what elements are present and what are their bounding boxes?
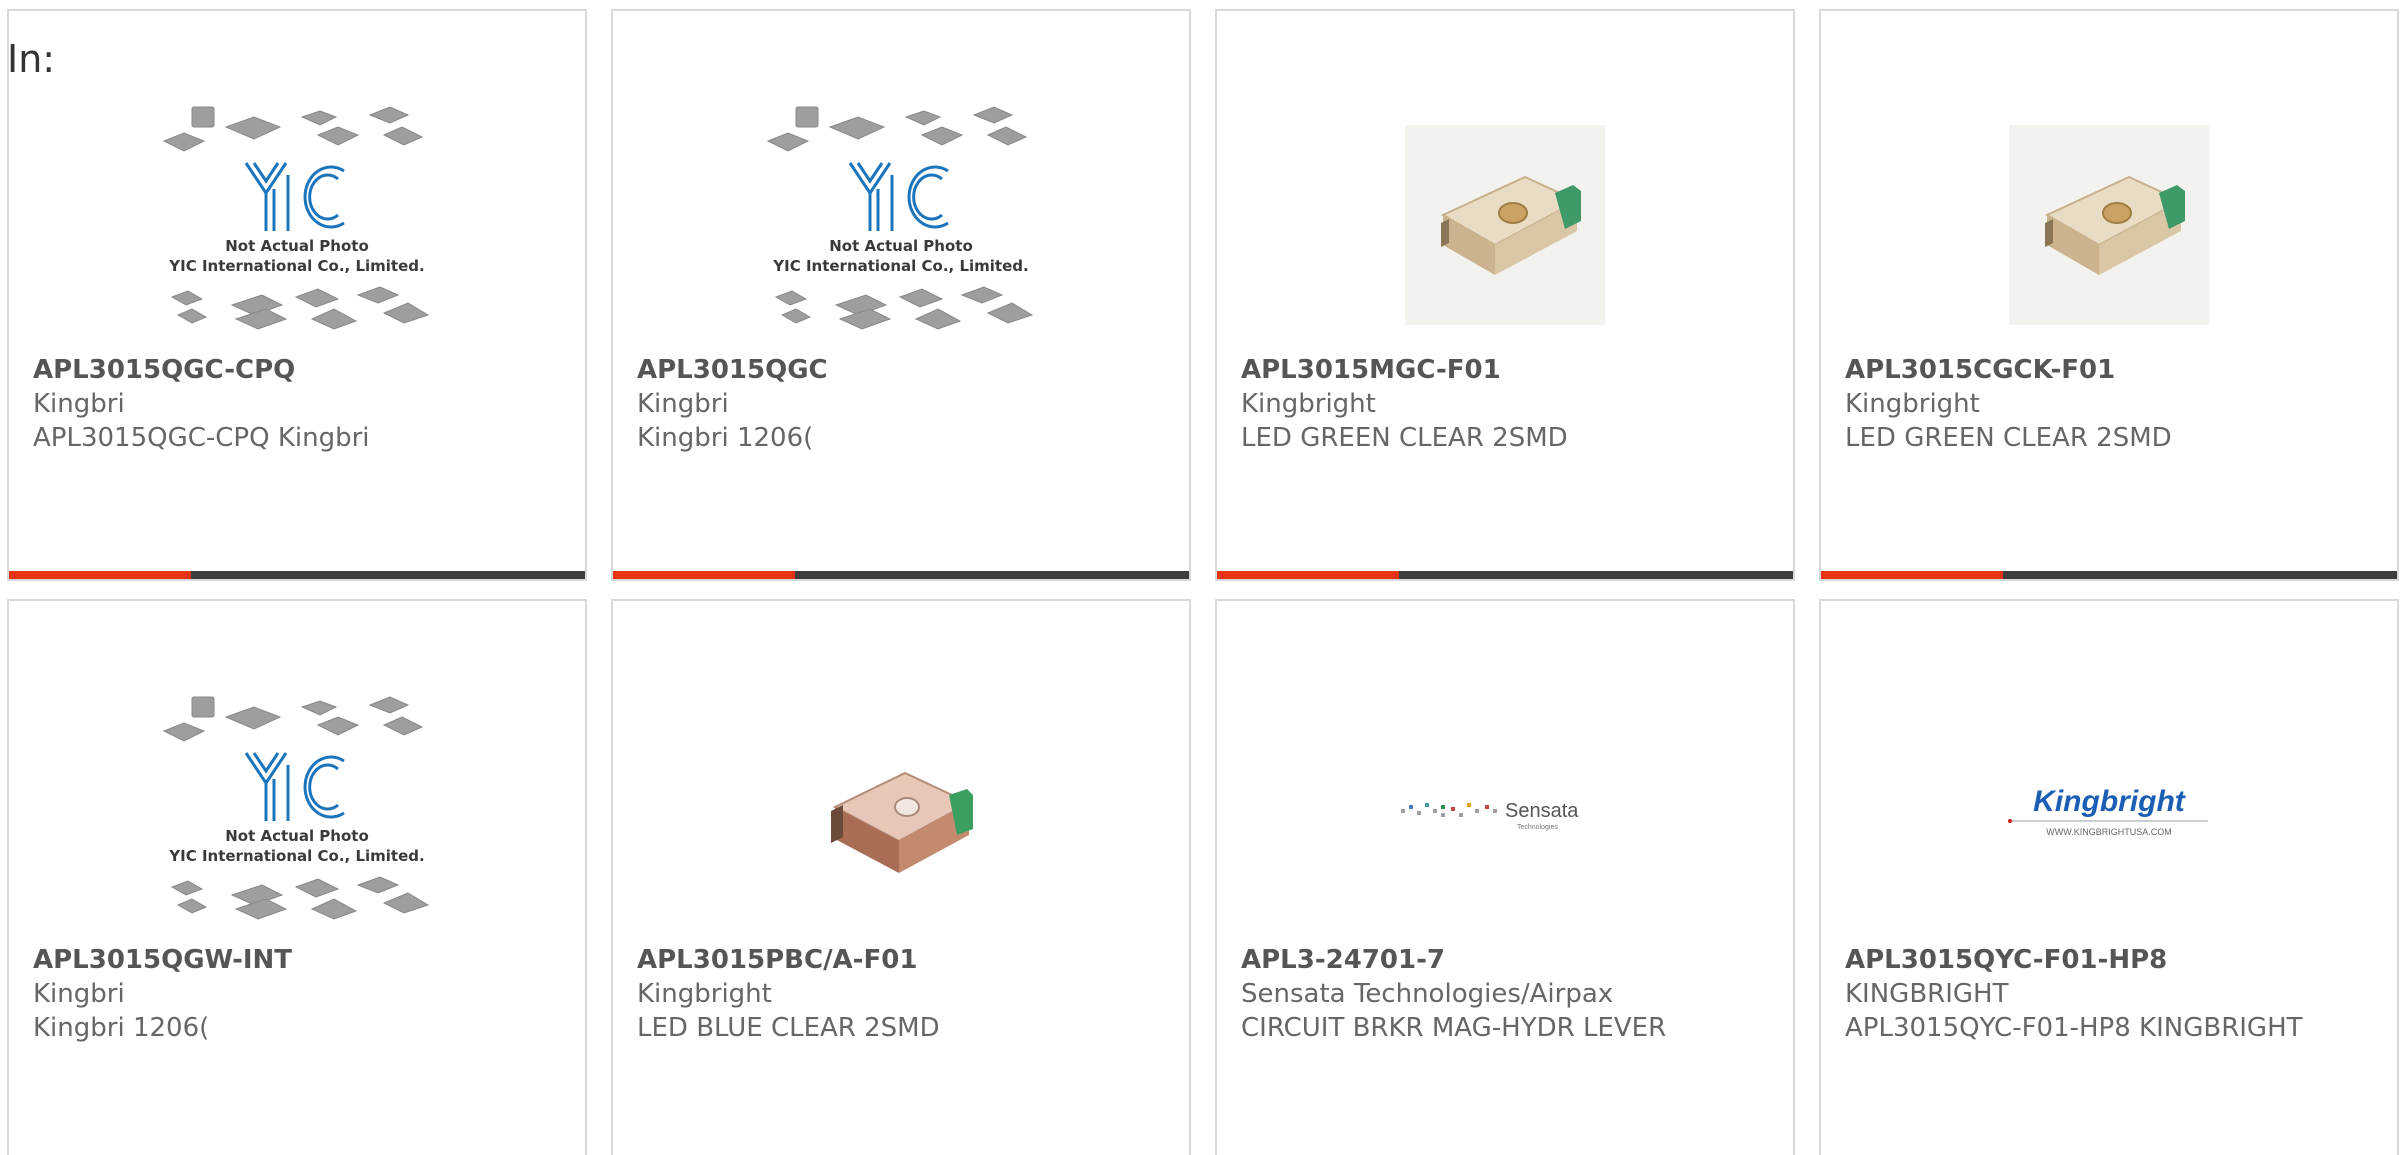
product-image[interactable]: Not Actual Photo YIC International Co., … xyxy=(9,93,585,357)
description: Kingbri 1206( xyxy=(637,423,814,453)
manufacturer: KINGBRIGHT xyxy=(1845,979,2009,1009)
product-info: APL3-24701-7 Sensata Technologies/Airpax… xyxy=(1241,943,1773,1045)
svg-text:Not Actual Photo: Not Actual Photo xyxy=(829,237,973,255)
manufacturer: Kingbri xyxy=(637,389,729,419)
product-image[interactable]: Sensata Technologies xyxy=(1217,683,1793,947)
product-image[interactable]: Not Actual Photo YIC International Co., … xyxy=(613,93,1189,357)
svg-text:YIC International Co., Limited: YIC International Co., Limited. xyxy=(168,257,424,275)
product-grid-page: In: Not Actual Photo YIC International C… xyxy=(0,0,2400,1155)
part-number[interactable]: APL3015QGC xyxy=(637,353,1169,387)
description: Kingbri 1206( xyxy=(33,1013,210,1043)
smd-led-clear-icon xyxy=(831,771,973,873)
product-image[interactable]: Not Actual Photo YIC International Co., … xyxy=(9,683,585,947)
placeholder-yic-icon: Not Actual Photo YIC International Co., … xyxy=(162,696,430,920)
card-accent-bar xyxy=(1217,571,1399,579)
part-number[interactable]: APL3015QGC-CPQ xyxy=(33,353,565,387)
product-image[interactable] xyxy=(1217,93,1793,357)
product-info: APL3015QYC-F01-HP8 KINGBRIGHT APL3015QYC… xyxy=(1845,943,2377,1045)
svg-text:Technologies: Technologies xyxy=(1517,824,1558,831)
card-accent-bar xyxy=(1821,571,2003,579)
manufacturer: Kingbri xyxy=(33,389,125,419)
description: LED GREEN CLEAR 2SMD xyxy=(1241,423,1568,453)
card-bottom-bar xyxy=(1217,571,1793,579)
card-bottom-bar xyxy=(9,571,585,579)
svg-text:WWW.KINGBRIGHTUSA.COM: WWW.KINGBRIGHTUSA.COM xyxy=(2046,827,2172,837)
product-info: APL3015QGW-INT Kingbri Kingbri 1206( xyxy=(33,943,565,1045)
part-number[interactable]: APL3015CGCK-F01 xyxy=(1845,353,2377,387)
manufacturer: Kingbright xyxy=(1241,389,1376,419)
product-card[interactable]: APL3015MGC-F01 Kingbright LED GREEN CLEA… xyxy=(1215,9,1795,581)
product-card[interactable]: Not Actual Photo YIC International Co., … xyxy=(611,9,1191,581)
part-number[interactable]: APL3015QYC-F01-HP8 xyxy=(1845,943,2377,977)
manufacturer: Kingbri xyxy=(33,979,125,1009)
product-card[interactable]: Sensata Technologies APL3-24701-7 Sensat… xyxy=(1215,599,1795,1155)
description: APL3015QYC-F01-HP8 KINGBRIGHT xyxy=(1845,1013,2303,1043)
card-bottom-bar xyxy=(1821,571,2397,579)
description: CIRCUIT BRKR MAG-HYDR LEVER xyxy=(1241,1013,1667,1043)
card-accent-bar xyxy=(613,571,795,579)
in-label: In: xyxy=(7,37,56,81)
product-card[interactable]: APL3015CGCK-F01 Kingbright LED GREEN CLE… xyxy=(1819,9,2399,581)
product-card[interactable]: APL3015PBC/A-F01 Kingbright LED BLUE CLE… xyxy=(611,599,1191,1155)
product-card[interactable]: Not Actual Photo YIC International Co., … xyxy=(7,9,587,581)
manufacturer: Kingbright xyxy=(1845,389,1980,419)
placeholder-yic-icon: Not Actual Photo YIC International Co., … xyxy=(162,106,430,330)
product-info: APL3015QGC Kingbri Kingbri 1206( xyxy=(637,353,1169,455)
product-info: APL3015QGC-CPQ Kingbri APL3015QGC-CPQ Ki… xyxy=(33,353,565,455)
svg-text:Not Actual Photo: Not Actual Photo xyxy=(225,237,369,255)
smd-led-green-icon xyxy=(2009,125,2209,325)
product-info: APL3015CGCK-F01 Kingbright LED GREEN CLE… xyxy=(1845,353,2377,455)
svg-text:Sensata: Sensata xyxy=(1505,800,1579,822)
product-image[interactable] xyxy=(1821,93,2397,357)
card-bottom-bar xyxy=(613,571,1189,579)
product-info: APL3015PBC/A-F01 Kingbright LED BLUE CLE… xyxy=(637,943,1169,1045)
product-card[interactable]: Not Actual Photo YIC International Co., … xyxy=(7,599,587,1155)
kingbright-logo-icon: Kingbright WWW.KINGBRIGHTUSA.COM xyxy=(2008,785,2208,837)
part-number[interactable]: APL3015MGC-F01 xyxy=(1241,353,1773,387)
sensata-logo-icon: Sensata Technologies xyxy=(1401,800,1579,831)
placeholder-yic-icon: Not Actual Photo YIC International Co., … xyxy=(766,106,1034,330)
svg-text:YIC International Co., Limited: YIC International Co., Limited. xyxy=(168,847,424,865)
smd-led-green-icon xyxy=(1405,125,1605,325)
product-image[interactable]: Kingbright WWW.KINGBRIGHTUSA.COM xyxy=(1821,683,2397,947)
manufacturer: Sensata Technologies/Airpax xyxy=(1241,979,1614,1009)
description: LED GREEN CLEAR 2SMD xyxy=(1845,423,2172,453)
svg-text:YIC International Co., Limited: YIC International Co., Limited. xyxy=(772,257,1028,275)
part-number[interactable]: APL3015QGW-INT xyxy=(33,943,565,977)
description: LED BLUE CLEAR 2SMD xyxy=(637,1013,940,1043)
part-number[interactable]: APL3-24701-7 xyxy=(1241,943,1773,977)
svg-text:Not Actual Photo: Not Actual Photo xyxy=(225,827,369,845)
manufacturer: Kingbright xyxy=(637,979,772,1009)
description: APL3015QGC-CPQ Kingbri xyxy=(33,423,370,453)
card-accent-bar xyxy=(9,571,191,579)
part-number[interactable]: APL3015PBC/A-F01 xyxy=(637,943,1169,977)
product-info: APL3015MGC-F01 Kingbright LED GREEN CLEA… xyxy=(1241,353,1773,455)
product-image[interactable] xyxy=(613,683,1189,947)
product-card[interactable]: Kingbright WWW.KINGBRIGHTUSA.COM APL3015… xyxy=(1819,599,2399,1155)
svg-text:Kingbright: Kingbright xyxy=(2033,785,2187,818)
